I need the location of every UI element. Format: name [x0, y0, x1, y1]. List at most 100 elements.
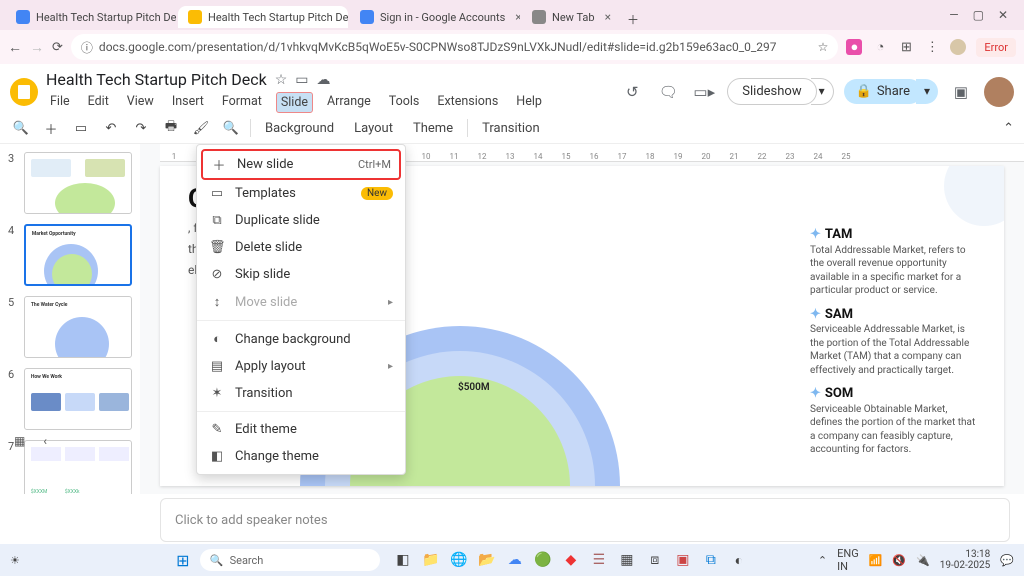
menu-item-delete[interactable]: 🗑Delete slide — [197, 234, 405, 261]
sidebar-toggle-icon[interactable]: ▣ — [948, 79, 974, 105]
menu-item-apply-layout[interactable]: ▤Apply layout▸ — [197, 353, 405, 380]
slideshow-dropdown[interactable]: ▾ — [811, 78, 834, 105]
history-icon[interactable]: ↺ — [619, 79, 645, 105]
chrome-menu-icon[interactable]: ⋮ — [924, 39, 940, 55]
vscode-icon[interactable]: ⧉ — [700, 549, 722, 571]
new-tab-button[interactable]: ＋ — [623, 11, 643, 28]
tab-2[interactable]: Health Tech Startup Pitch Deck× — [178, 6, 348, 28]
menu-item-templates[interactable]: ▭TemplatesNew — [197, 180, 405, 207]
toolbar-background[interactable]: Background — [259, 118, 340, 139]
collapse-toolbar-icon[interactable]: ⌃ — [1003, 121, 1014, 136]
comments-icon[interactable]: 🗨 — [655, 79, 681, 105]
app-icon[interactable]: ◐ — [728, 549, 750, 571]
clock[interactable]: 13:1819-02-2025 — [940, 549, 991, 571]
app-icon[interactable]: ☰ — [588, 549, 610, 571]
menu-edit[interactable]: Edit — [84, 92, 113, 113]
menu-slide[interactable]: Slide — [276, 92, 313, 113]
menu-item-change-theme[interactable]: ◧Change theme — [197, 443, 405, 470]
task-view-icon[interactable]: ◧ — [392, 549, 414, 571]
close-window-icon[interactable]: ✕ — [998, 8, 1008, 22]
back-button[interactable]: ← — [8, 39, 22, 56]
redo-icon[interactable]: ↷ — [130, 121, 152, 136]
share-button[interactable]: 🔒Share — [844, 79, 922, 104]
tab-1[interactable]: Health Tech Startup Pitch Deck× — [6, 6, 176, 28]
slides-logo-icon[interactable] — [10, 78, 38, 106]
toolbar-layout[interactable]: Layout — [348, 118, 399, 139]
menu-item-new-slide[interactable]: ＋New slideCtrl+M — [201, 149, 401, 180]
app-icon[interactable]: ◆ — [560, 549, 582, 571]
explorer-icon[interactable]: 📁 — [420, 549, 442, 571]
menu-extensions[interactable]: Extensions — [433, 92, 502, 113]
extension-icon[interactable]: ◔ — [872, 39, 888, 55]
error-indicator[interactable]: Error — [976, 38, 1016, 57]
star-icon[interactable]: ☆ — [275, 72, 288, 88]
menu-help[interactable]: Help — [512, 92, 546, 113]
refresh-button[interactable]: ⟳ — [52, 40, 63, 55]
tab-3[interactable]: Sign in - Google Accounts× — [350, 6, 520, 28]
battery-icon[interactable]: 🔌 — [916, 554, 930, 567]
tray-chevron-icon[interactable]: ⌃ — [818, 554, 827, 567]
doc-title[interactable]: Health Tech Startup Pitch Deck — [46, 70, 267, 89]
edge-icon[interactable]: 🟢 — [532, 549, 554, 571]
star-icon[interactable]: ☆ — [818, 40, 829, 54]
start-button[interactable]: ⊞ — [172, 549, 194, 571]
slack-icon[interactable]: ⧈ — [644, 549, 666, 571]
undo-icon[interactable]: ↶ — [100, 121, 122, 136]
market-definitions[interactable]: TAM Total Addressable Market, refers to … — [810, 218, 980, 457]
search-icon[interactable]: 🔍 — [10, 121, 32, 136]
forward-button[interactable]: → — [30, 39, 44, 56]
taskbar-search[interactable]: 🔍Search — [200, 549, 380, 571]
account-avatar[interactable] — [984, 77, 1014, 107]
move-icon[interactable]: ▭ — [295, 72, 308, 88]
toolbar-transition[interactable]: Transition — [476, 118, 546, 139]
menu-tools[interactable]: Tools — [385, 92, 424, 113]
profile-avatar[interactable] — [950, 39, 966, 55]
extension-icon[interactable]: ● — [846, 39, 862, 55]
slide-thumb-3[interactable] — [24, 152, 132, 214]
maximize-icon[interactable]: ▢ — [973, 8, 984, 22]
minimize-icon[interactable]: — — [949, 8, 958, 22]
new-slide-icon[interactable]: ＋ — [40, 119, 62, 138]
menu-view[interactable]: View — [123, 92, 158, 113]
menu-item-edit-theme[interactable]: ✎Edit theme — [197, 416, 405, 443]
menu-format[interactable]: Format — [218, 92, 266, 113]
menu-file[interactable]: File — [46, 92, 74, 113]
menu-item-transition[interactable]: ✶Transition — [197, 380, 405, 407]
address-bar[interactable]: ⓘ docs.google.com/presentation/d/1vhkvqM… — [71, 34, 838, 60]
app-icon[interactable]: 📂 — [476, 549, 498, 571]
tab-4[interactable]: New Tab× — [522, 6, 621, 28]
collapse-filmstrip-icon[interactable]: ‹ — [43, 434, 47, 448]
slide-thumb-7[interactable]: $XXXM$XXXk — [24, 440, 132, 494]
extensions-menu-icon[interactable]: ⊞ — [898, 39, 914, 55]
print-icon[interactable]: 🖶 — [160, 117, 182, 139]
toolbar-theme[interactable]: Theme — [407, 118, 459, 139]
volume-icon[interactable]: 🔇 — [892, 554, 906, 567]
site-info-icon[interactable]: ⓘ — [81, 39, 93, 56]
wifi-icon[interactable]: 📶 — [869, 554, 883, 567]
chrome-icon[interactable]: 🌐 — [448, 549, 470, 571]
menu-item-skip[interactable]: ⊘Skip slide — [197, 261, 405, 288]
menu-item-change-background[interactable]: ◐Change background — [197, 325, 405, 353]
notifications-icon[interactable]: 💬 — [1000, 554, 1014, 567]
app-icon[interactable]: ▦ — [616, 549, 638, 571]
slide-thumb-6[interactable]: How We Work — [24, 368, 132, 430]
close-icon[interactable]: × — [605, 10, 611, 24]
layout-icon[interactable]: ▭ — [70, 121, 92, 136]
menu-item-duplicate[interactable]: ⧉Duplicate slide — [197, 207, 405, 234]
slide-thumb-4[interactable]: Market Opportunity — [24, 224, 132, 286]
menu-arrange[interactable]: Arrange — [323, 92, 375, 113]
zoom-icon[interactable]: 🔍 — [220, 121, 242, 136]
share-dropdown[interactable]: ▾ — [916, 79, 938, 104]
menu-insert[interactable]: Insert — [168, 92, 208, 113]
speaker-notes[interactable]: Click to add speaker notes — [160, 498, 1010, 542]
slide-thumb-5[interactable]: The Water Cycle — [24, 296, 132, 358]
close-icon[interactable]: × — [515, 10, 520, 24]
present-icon[interactable]: ▭▸ — [691, 79, 717, 105]
slideshow-button[interactable]: Slideshow — [727, 78, 816, 105]
cloud-status-icon[interactable]: ☁ — [317, 72, 331, 88]
app-icon[interactable]: ▣ — [672, 549, 694, 571]
grid-view-icon[interactable]: ▦ — [14, 434, 25, 448]
menu-item-move[interactable]: ↕Move slide▸ — [197, 288, 405, 316]
app-icon[interactable]: ☁ — [504, 549, 526, 571]
paint-icon[interactable]: 🖌 — [190, 121, 212, 136]
